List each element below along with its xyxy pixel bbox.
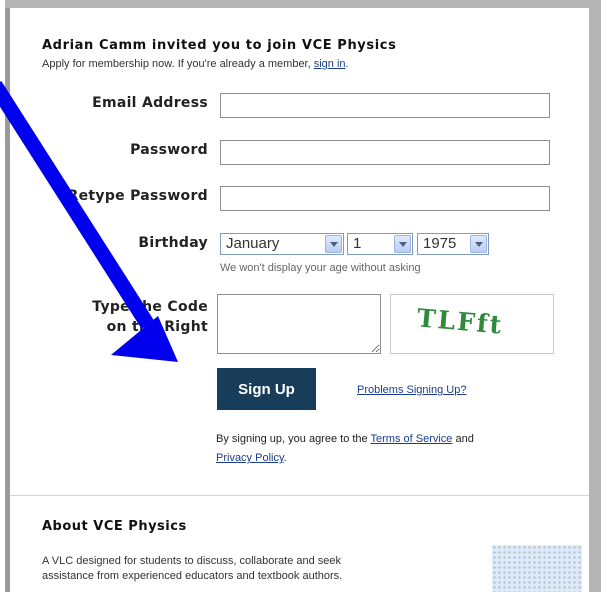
- birthday-month-select[interactable]: January: [220, 233, 344, 255]
- captcha-label-line-1: Type the Code: [92, 299, 208, 315]
- invite-heading: Adrian Camm invited you to join VCE Phys…: [42, 38, 397, 53]
- captcha-input[interactable]: [217, 294, 381, 354]
- terms-prefix: By signing up, you agree to the: [216, 433, 371, 445]
- privacy-policy-link[interactable]: Privacy Policy: [216, 452, 284, 464]
- terms-of-service-link[interactable]: Terms of Service: [371, 433, 453, 445]
- window-top-frame: [0, 0, 601, 8]
- chevron-down-icon[interactable]: [470, 235, 487, 253]
- birthday-year-value: 1975: [423, 235, 457, 252]
- birthday-label: Birthday: [138, 235, 208, 251]
- birthday-month-value: January: [226, 235, 280, 252]
- captcha-label-line-2: on the Right: [106, 319, 208, 335]
- window-left-frame: [5, 8, 10, 592]
- retype-password-field[interactable]: [220, 186, 550, 211]
- terms-notice: By signing up, you agree to the Terms of…: [216, 430, 556, 468]
- email-field[interactable]: [220, 93, 550, 118]
- captcha-image: TLFft: [390, 294, 554, 354]
- chevron-down-icon[interactable]: [325, 235, 342, 253]
- window-right-frame: [589, 8, 601, 592]
- captcha-text: TLFft: [415, 303, 505, 340]
- about-line-2: assistance from experienced educators an…: [42, 570, 343, 582]
- password-label: Password: [130, 142, 208, 158]
- password-field[interactable]: [220, 140, 550, 165]
- birthday-day-value: 1: [353, 235, 362, 252]
- birthday-year-select[interactable]: 1975: [417, 233, 489, 255]
- birthday-day-select[interactable]: 1: [347, 233, 413, 255]
- about-title: About VCE Physics: [42, 519, 187, 534]
- about-description: A VLC designed for students to discuss, …: [42, 554, 462, 584]
- section-divider: [10, 495, 589, 496]
- email-label: Email Address: [92, 95, 208, 111]
- retype-password-label: Retype Password: [67, 188, 208, 204]
- birthday-helper-text: We won't display your age without asking: [220, 262, 421, 274]
- sign-up-button[interactable]: Sign Up: [217, 368, 316, 410]
- terms-suffix: .: [283, 452, 287, 464]
- chevron-down-icon[interactable]: [394, 235, 411, 253]
- group-thumbnail: [492, 545, 582, 592]
- terms-middle: and: [452, 433, 474, 445]
- about-line-1: A VLC designed for students to discuss, …: [42, 555, 342, 567]
- captcha-label: Type the Code on the Right: [40, 297, 208, 337]
- problems-signing-up-link[interactable]: Problems Signing Up?: [357, 384, 466, 396]
- subheading-end: .: [345, 58, 349, 70]
- invite-subheading: Apply for membership now. If you're alre…: [42, 58, 349, 70]
- sign-in-link[interactable]: sign in: [314, 58, 346, 70]
- arrow-shaft: [0, 80, 155, 330]
- subheading-text: Apply for membership now. If you're alre…: [42, 58, 314, 70]
